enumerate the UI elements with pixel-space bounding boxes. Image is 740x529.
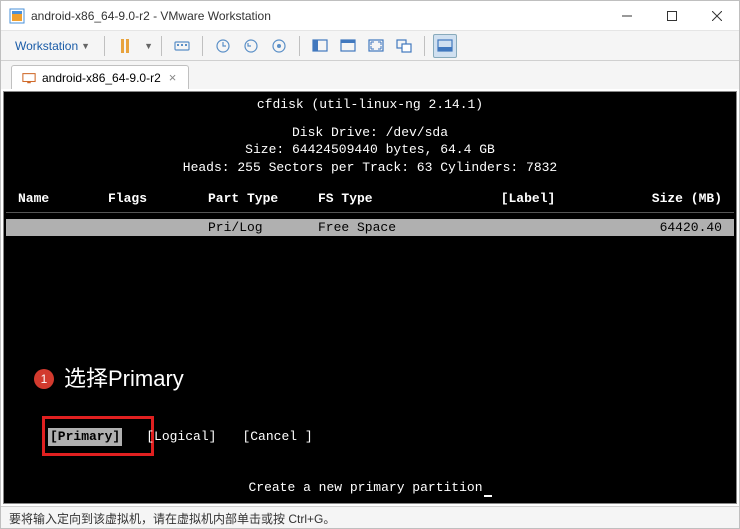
row-part-type: Pri/Log: [208, 219, 318, 237]
annotation-text: 选择Primary: [64, 364, 184, 394]
toolbar-separator: [202, 36, 203, 56]
partition-headers: Name Flags Part Type FS Type [Label] Siz…: [6, 190, 734, 208]
disk-size-line: Size: 64424509440 bytes, 64.4 GB: [6, 141, 734, 159]
tab-bar: android-x86_64-9.0-r2 ×: [1, 61, 739, 89]
vm-console[interactable]: cfdisk (util-linux-ng 2.14.1) Disk Drive…: [3, 91, 737, 504]
header-size: Size (MB): [608, 190, 722, 208]
window-title: android-x86_64-9.0-r2 - VMware Workstati…: [31, 9, 604, 23]
console-content: cfdisk (util-linux-ng 2.14.1) Disk Drive…: [4, 92, 736, 236]
status-bar: 要将输入定向到该虚拟机，请在虚拟机内部单击或按 Ctrl+G。: [1, 506, 739, 528]
disk-drive-line: Disk Drive: /dev/sda: [6, 124, 734, 142]
workstation-menu[interactable]: Workstation ▼: [9, 35, 96, 57]
partition-row-selected[interactable]: Pri/Log Free Space 64420.40: [6, 219, 734, 237]
row-name: [18, 219, 108, 237]
vmware-window: android-x86_64-9.0-r2 - VMware Workstati…: [0, 0, 740, 529]
status-text: 要将输入定向到该虚拟机，请在虚拟机内部单击或按 Ctrl+G。: [9, 512, 335, 526]
unity-button[interactable]: [392, 34, 416, 58]
fullscreen-button[interactable]: [364, 34, 388, 58]
hint-text: Create a new primary partition: [248, 480, 482, 495]
toolbar-separator: [104, 36, 105, 56]
vm-icon: [22, 71, 36, 85]
option-cancel[interactable]: [Cancel ]: [240, 428, 314, 446]
app-icon: [9, 8, 25, 24]
vm-tab[interactable]: android-x86_64-9.0-r2 ×: [11, 65, 189, 89]
row-label: [448, 219, 608, 237]
chevron-down-icon: ▼: [81, 41, 90, 51]
header-label: [Label]: [448, 190, 608, 208]
cfdisk-title: cfdisk (util-linux-ng 2.14.1): [6, 96, 734, 114]
cfdisk-options: [Primary] [Logical] [Cancel ]: [48, 428, 315, 446]
text-cursor: [484, 495, 492, 497]
header-fs-type: FS Type: [318, 190, 448, 208]
row-size: 64420.40: [608, 219, 722, 237]
window-controls: [604, 1, 739, 30]
close-tab-button[interactable]: ×: [167, 70, 179, 85]
workstation-menu-label: Workstation: [15, 39, 78, 53]
toolbar-separator: [424, 36, 425, 56]
option-primary[interactable]: [Primary]: [48, 428, 122, 446]
header-name: Name: [18, 190, 108, 208]
toolbar-separator: [299, 36, 300, 56]
header-part-type: Part Type: [208, 190, 318, 208]
option-logical[interactable]: [Logical]: [144, 428, 218, 446]
annotation-badge: 1: [34, 369, 54, 389]
maximize-button[interactable]: [649, 1, 694, 30]
header-flags: Flags: [108, 190, 208, 208]
chevron-down-icon[interactable]: ▼: [144, 41, 153, 51]
close-button[interactable]: [694, 1, 739, 30]
snapshot-button[interactable]: [211, 34, 235, 58]
send-ctrl-alt-del-button[interactable]: [170, 34, 194, 58]
thumbnail-bar-button[interactable]: [433, 34, 457, 58]
vm-tab-label: android-x86_64-9.0-r2: [42, 71, 161, 85]
annotation-overlay: 1 选择Primary: [34, 364, 184, 394]
cfdisk-hint: Create a new primary partition: [4, 479, 736, 497]
row-fs-type: Free Space: [318, 219, 448, 237]
revert-snapshot-button[interactable]: [239, 34, 263, 58]
manage-snapshot-button[interactable]: [267, 34, 291, 58]
pause-button[interactable]: [113, 34, 137, 58]
minimize-button[interactable]: [604, 1, 649, 30]
toolbar-separator: [161, 36, 162, 56]
disk-geometry-line: Heads: 255 Sectors per Track: 63 Cylinde…: [6, 159, 734, 177]
show-console-view-button[interactable]: [308, 34, 332, 58]
row-flags: [108, 219, 208, 237]
titlebar: android-x86_64-9.0-r2 - VMware Workstati…: [1, 1, 739, 31]
show-hide-library-button[interactable]: [336, 34, 360, 58]
toolbar: Workstation ▼ ▼: [1, 31, 739, 61]
pause-icon: [121, 39, 129, 53]
